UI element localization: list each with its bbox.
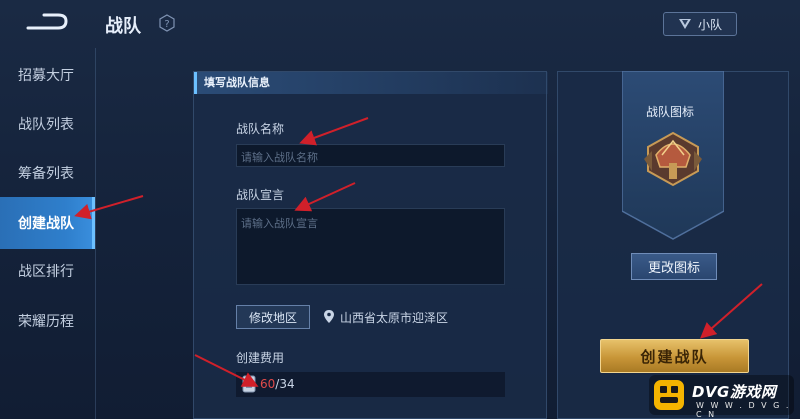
emblem-banner	[622, 71, 724, 240]
help-icon[interactable]: ?	[158, 14, 176, 32]
svg-text:?: ?	[164, 19, 169, 30]
team-name-label: 战队名称	[236, 122, 285, 136]
sidebar-item-label: 战队列表	[18, 117, 74, 133]
sidebar-item-label: 创建战队	[18, 216, 74, 232]
fee-total: /34	[275, 377, 295, 391]
location-pin-icon	[324, 310, 334, 323]
team-emblem-icon	[678, 19, 691, 29]
change-emblem-label: 更改图标	[647, 261, 700, 276]
back-button[interactable]	[22, 10, 72, 36]
sidebar-item-team-list[interactable]: 战队列表	[0, 102, 95, 146]
sidebar-item-create-team[interactable]: 创建战队	[0, 197, 95, 249]
watermark-brand: DVG游戏网	[692, 383, 777, 401]
team-button-label: 小队	[697, 17, 722, 32]
page-title: 战队	[105, 16, 141, 37]
watermark-logo-icon	[654, 380, 684, 410]
back-arrow-icon	[26, 13, 68, 30]
coupon-icon	[242, 375, 256, 393]
sidebar: 招募大厅 战队列表 筹备列表 创建战队 战区排行 荣耀历程	[0, 50, 95, 419]
create-team-label: 创建战队	[640, 347, 709, 366]
modify-region-label: 修改地区	[248, 310, 297, 325]
emblem-title: 战队图标	[646, 105, 695, 119]
location-text: 山西省太原市迎泽区	[340, 311, 449, 325]
watermark-url: W W W . D V G . C N	[696, 401, 791, 419]
sidebar-item-label: 筹备列表	[18, 166, 74, 182]
team-declaration-label: 战队宣言	[236, 188, 285, 202]
creation-fee-label: 创建费用	[236, 351, 285, 365]
create-team-button[interactable]: 创建战队	[600, 339, 749, 373]
sidebar-item-preparing-list[interactable]: 筹备列表	[0, 151, 95, 195]
sidebar-item-label: 招募大厅	[18, 68, 74, 84]
change-emblem-button[interactable]: 更改图标	[631, 253, 717, 280]
top-bar: 战队 ? 小队	[0, 0, 800, 48]
sidebar-divider	[95, 48, 96, 419]
modify-region-button[interactable]: 修改地区	[236, 305, 310, 329]
sidebar-item-label: 荣耀历程	[18, 314, 74, 330]
team-name-input[interactable]: 请输入战队名称	[236, 144, 505, 167]
sidebar-item-label: 战区排行	[18, 264, 74, 280]
form-section-title: 填写战队信息	[194, 72, 548, 94]
sidebar-item-zone-ranking[interactable]: 战区排行	[0, 249, 95, 293]
sidebar-item-recruit-hall[interactable]: 招募大厅	[0, 53, 95, 97]
team-declaration-input[interactable]: 请输入战队宣言	[236, 208, 505, 285]
fee-current: 60	[260, 377, 276, 391]
team-declaration-placeholder: 请输入战队宣言	[241, 217, 318, 230]
team-name-placeholder: 请输入战队名称	[241, 151, 318, 164]
creation-fee-value: 60/34	[260, 377, 295, 391]
sidebar-item-glory-history[interactable]: 荣耀历程	[0, 299, 95, 343]
team-button[interactable]: 小队	[663, 12, 737, 36]
